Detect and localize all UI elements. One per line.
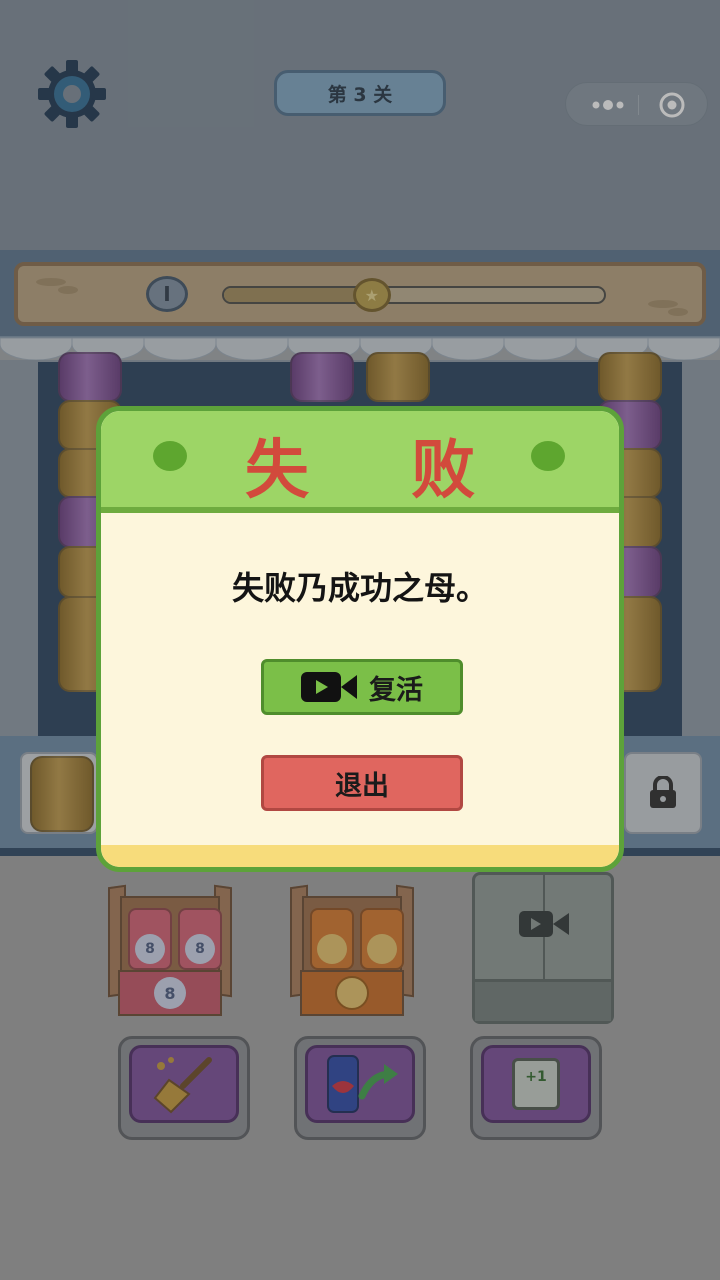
dialog-footer <box>101 845 619 867</box>
video-camera-icon <box>301 672 357 702</box>
exit-button[interactable]: 退出 <box>261 755 463 811</box>
revive-button[interactable]: 复活 <box>261 659 463 715</box>
dialog-title: 失 败 <box>244 433 516 508</box>
dialog-message: 失败乃成功之母。 <box>231 569 488 607</box>
revive-label: 复活 <box>369 674 423 706</box>
exit-label: 退出 <box>335 770 389 802</box>
fail-dialog: 失 败 失败乃成功之母。 复活 退出 <box>96 406 624 872</box>
